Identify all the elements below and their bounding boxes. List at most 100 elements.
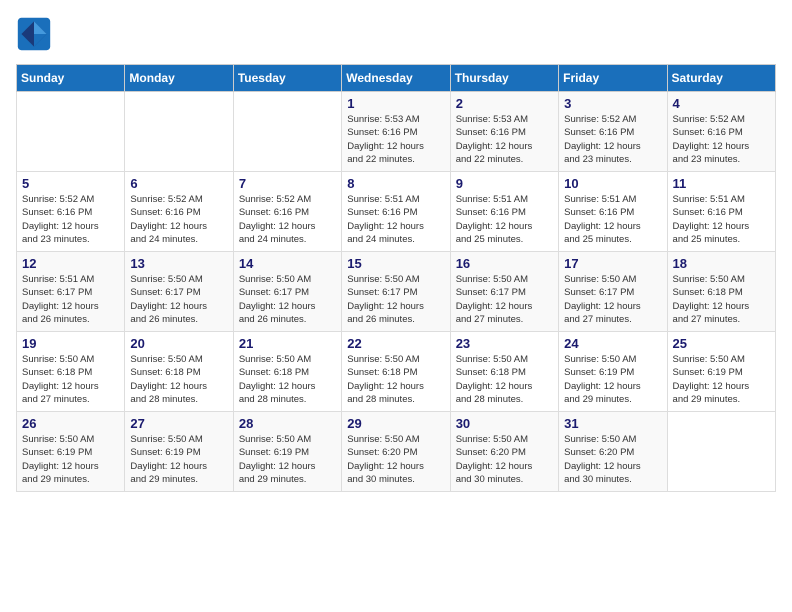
calendar-cell [17, 92, 125, 172]
day-info: Sunrise: 5:50 AM Sunset: 6:19 PM Dayligh… [673, 353, 770, 406]
day-info: Sunrise: 5:51 AM Sunset: 6:16 PM Dayligh… [673, 193, 770, 246]
calendar-cell: 8 Sunrise: 5:51 AM Sunset: 6:16 PM Daylig… [342, 172, 450, 252]
day-info: Sunrise: 5:50 AM Sunset: 6:20 PM Dayligh… [564, 433, 661, 486]
day-info: Sunrise: 5:50 AM Sunset: 6:17 PM Dayligh… [347, 273, 444, 326]
calendar-cell: 17 Sunrise: 5:50 AM Sunset: 6:17 PM Dayli… [559, 252, 667, 332]
day-info: Sunrise: 5:52 AM Sunset: 6:16 PM Dayligh… [239, 193, 336, 246]
day-number: 12 [22, 256, 119, 271]
calendar-cell: 28 Sunrise: 5:50 AM Sunset: 6:19 PM Dayli… [233, 412, 341, 492]
day-number: 1 [347, 96, 444, 111]
day-number: 9 [456, 176, 553, 191]
day-info: Sunrise: 5:52 AM Sunset: 6:16 PM Dayligh… [22, 193, 119, 246]
day-number: 20 [130, 336, 227, 351]
logo [16, 16, 56, 52]
day-info: Sunrise: 5:51 AM Sunset: 6:16 PM Dayligh… [456, 193, 553, 246]
calendar-cell: 15 Sunrise: 5:50 AM Sunset: 6:17 PM Dayli… [342, 252, 450, 332]
logo-icon [16, 16, 52, 52]
calendar-cell: 30Sunrise: 5:50 AM Sunset: 6:20 PM Dayli… [450, 412, 558, 492]
calendar-cell: 19 Sunrise: 5:50 AM Sunset: 6:18 PM Dayli… [17, 332, 125, 412]
day-number: 7 [239, 176, 336, 191]
calendar-cell: 25Sunrise: 5:50 AM Sunset: 6:19 PM Dayli… [667, 332, 775, 412]
calendar-cell: 21Sunrise: 5:50 AM Sunset: 6:18 PM Dayli… [233, 332, 341, 412]
day-info: Sunrise: 5:50 AM Sunset: 6:18 PM Dayligh… [673, 273, 770, 326]
calendar-cell: 23Sunrise: 5:50 AM Sunset: 6:18 PM Dayli… [450, 332, 558, 412]
calendar-week-2: 5 Sunrise: 5:52 AM Sunset: 6:16 PM Daylig… [17, 172, 776, 252]
calendar-cell: 14 Sunrise: 5:50 AM Sunset: 6:17 PM Dayli… [233, 252, 341, 332]
day-number: 18 [673, 256, 770, 271]
day-info: Sunrise: 5:50 AM Sunset: 6:17 PM Dayligh… [130, 273, 227, 326]
weekday-header-wednesday: Wednesday [342, 65, 450, 92]
day-info: Sunrise: 5:50 AM Sunset: 6:19 PM Dayligh… [239, 433, 336, 486]
page-header [16, 16, 776, 52]
calendar-cell: 13 Sunrise: 5:50 AM Sunset: 6:17 PM Dayli… [125, 252, 233, 332]
calendar-cell: 1 Sunrise: 5:53 AM Sunset: 6:16 PM Daylig… [342, 92, 450, 172]
day-number: 31 [564, 416, 661, 431]
day-number: 17 [564, 256, 661, 271]
day-number: 14 [239, 256, 336, 271]
calendar-cell: 10 Sunrise: 5:51 AM Sunset: 6:16 PM Dayli… [559, 172, 667, 252]
calendar-cell: 22 Sunrise: 5:50 AM Sunset: 6:18 PM Dayli… [342, 332, 450, 412]
day-number: 11 [673, 176, 770, 191]
day-number: 28 [239, 416, 336, 431]
day-number: 19 [22, 336, 119, 351]
day-info: Sunrise: 5:51 AM Sunset: 6:17 PM Dayligh… [22, 273, 119, 326]
day-info: Sunrise: 5:51 AM Sunset: 6:16 PM Dayligh… [347, 193, 444, 246]
calendar-cell: 4Sunrise: 5:52 AM Sunset: 6:16 PM Daylig… [667, 92, 775, 172]
day-number: 22 [347, 336, 444, 351]
calendar-week-4: 19 Sunrise: 5:50 AM Sunset: 6:18 PM Dayli… [17, 332, 776, 412]
weekday-header-thursday: Thursday [450, 65, 558, 92]
calendar-cell: 6 Sunrise: 5:52 AM Sunset: 6:16 PM Daylig… [125, 172, 233, 252]
day-number: 3 [564, 96, 661, 111]
day-info: Sunrise: 5:50 AM Sunset: 6:19 PM Dayligh… [22, 433, 119, 486]
day-info: Sunrise: 5:52 AM Sunset: 6:16 PM Dayligh… [130, 193, 227, 246]
weekday-header-sunday: Sunday [17, 65, 125, 92]
calendar-week-1: 1 Sunrise: 5:53 AM Sunset: 6:16 PM Daylig… [17, 92, 776, 172]
weekday-header-monday: Monday [125, 65, 233, 92]
weekday-header-row: SundayMondayTuesdayWednesdayThursdayFrid… [17, 65, 776, 92]
calendar-cell: 12 Sunrise: 5:51 AM Sunset: 6:17 PM Dayli… [17, 252, 125, 332]
calendar-cell: 24 Sunrise: 5:50 AM Sunset: 6:19 PM Dayli… [559, 332, 667, 412]
day-info: Sunrise: 5:50 AM Sunset: 6:20 PM Dayligh… [456, 433, 553, 486]
day-info: Sunrise: 5:50 AM Sunset: 6:18 PM Dayligh… [456, 353, 553, 406]
day-number: 26 [22, 416, 119, 431]
calendar-cell: 18 Sunrise: 5:50 AM Sunset: 6:18 PM Dayli… [667, 252, 775, 332]
weekday-header-friday: Friday [559, 65, 667, 92]
day-number: 15 [347, 256, 444, 271]
day-info: Sunrise: 5:50 AM Sunset: 6:19 PM Dayligh… [564, 353, 661, 406]
day-number: 24 [564, 336, 661, 351]
day-number: 13 [130, 256, 227, 271]
weekday-header-saturday: Saturday [667, 65, 775, 92]
day-info: Sunrise: 5:53 AM Sunset: 6:16 PM Dayligh… [347, 113, 444, 166]
day-info: Sunrise: 5:50 AM Sunset: 6:18 PM Dayligh… [130, 353, 227, 406]
calendar-cell: 9 Sunrise: 5:51 AM Sunset: 6:16 PM Daylig… [450, 172, 558, 252]
day-info: Sunrise: 5:50 AM Sunset: 6:19 PM Dayligh… [130, 433, 227, 486]
day-info: Sunrise: 5:51 AM Sunset: 6:16 PM Dayligh… [564, 193, 661, 246]
day-info: Sunrise: 5:50 AM Sunset: 6:17 PM Dayligh… [239, 273, 336, 326]
calendar-cell: 26 Sunrise: 5:50 AM Sunset: 6:19 PM Dayli… [17, 412, 125, 492]
day-number: 16 [456, 256, 553, 271]
day-info: Sunrise: 5:50 AM Sunset: 6:17 PM Dayligh… [564, 273, 661, 326]
calendar-cell: 5 Sunrise: 5:52 AM Sunset: 6:16 PM Daylig… [17, 172, 125, 252]
calendar-cell: 16 Sunrise: 5:50 AM Sunset: 6:17 PM Dayli… [450, 252, 558, 332]
calendar-table: SundayMondayTuesdayWednesdayThursdayFrid… [16, 64, 776, 492]
day-number: 6 [130, 176, 227, 191]
day-info: Sunrise: 5:50 AM Sunset: 6:18 PM Dayligh… [347, 353, 444, 406]
day-number: 4 [673, 96, 770, 111]
day-number: 5 [22, 176, 119, 191]
calendar-cell: 27 Sunrise: 5:50 AM Sunset: 6:19 PM Dayli… [125, 412, 233, 492]
day-info: Sunrise: 5:50 AM Sunset: 6:17 PM Dayligh… [456, 273, 553, 326]
day-number: 8 [347, 176, 444, 191]
calendar-cell: 2 Sunrise: 5:53 AM Sunset: 6:16 PM Daylig… [450, 92, 558, 172]
day-info: Sunrise: 5:53 AM Sunset: 6:16 PM Dayligh… [456, 113, 553, 166]
day-number: 27 [130, 416, 227, 431]
day-number: 29 [347, 416, 444, 431]
day-number: 2 [456, 96, 553, 111]
calendar-week-5: 26 Sunrise: 5:50 AM Sunset: 6:19 PM Dayli… [17, 412, 776, 492]
day-info: Sunrise: 5:50 AM Sunset: 6:18 PM Dayligh… [239, 353, 336, 406]
calendar-cell [667, 412, 775, 492]
calendar-cell: 31 Sunrise: 5:50 AM Sunset: 6:20 PM Dayli… [559, 412, 667, 492]
day-info: Sunrise: 5:50 AM Sunset: 6:18 PM Dayligh… [22, 353, 119, 406]
calendar-cell [233, 92, 341, 172]
calendar-cell: 29Sunrise: 5:50 AM Sunset: 6:20 PM Dayli… [342, 412, 450, 492]
day-number: 10 [564, 176, 661, 191]
